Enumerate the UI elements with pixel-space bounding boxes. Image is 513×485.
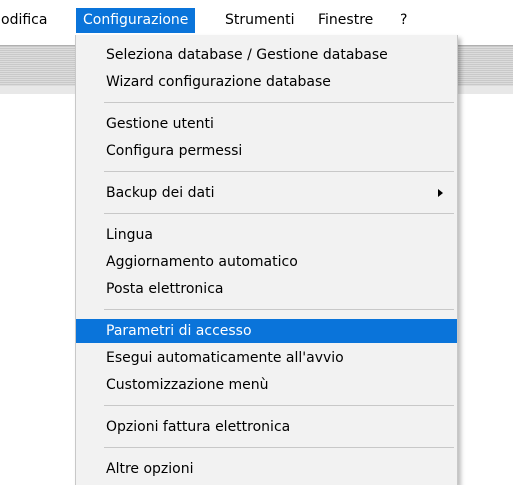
menu-item-customizzazione-menu[interactable]: Customizzazione menù — [76, 373, 457, 397]
configurazione-dropdown: Seleziona database / Gestione database W… — [75, 35, 458, 485]
menu-item-label: Wizard configurazione database — [106, 74, 331, 90]
menu-bar: odifica Configurazione Strumenti Finestr… — [0, 0, 513, 33]
menu-item-opzioni-fattura[interactable]: Opzioni fattura elettronica — [76, 415, 457, 439]
menu-item-label: Opzioni fattura elettronica — [106, 419, 291, 435]
menu-item-posta-elettronica[interactable]: Posta elettronica — [76, 277, 457, 301]
menu-item-wizard-configurazione[interactable]: Wizard configurazione database — [76, 70, 457, 94]
menu-item-aggiornamento-automatico[interactable]: Aggiornamento automatico — [76, 250, 457, 274]
menu-separator — [104, 405, 454, 406]
menu-item-label: Configura permessi — [106, 143, 243, 159]
menu-item-label: Esegui automaticamente all'avvio — [106, 350, 344, 366]
menu-configurazione[interactable]: Configurazione — [76, 8, 196, 33]
menu-item-label: Posta elettronica — [106, 281, 224, 297]
menu-strumenti[interactable]: Strumenti — [218, 8, 302, 33]
menu-item-lingua[interactable]: Lingua — [76, 223, 457, 247]
menu-separator — [104, 213, 454, 214]
submenu-arrow-icon — [438, 189, 443, 197]
menu-item-label: Lingua — [106, 227, 153, 243]
menu-item-altre-opzioni[interactable]: Altre opzioni — [76, 457, 457, 481]
menu-separator — [104, 102, 454, 103]
menu-separator — [104, 309, 454, 310]
menu-modifica[interactable]: odifica — [0, 8, 54, 33]
menu-separator — [104, 171, 454, 172]
menu-item-esegui-avvio[interactable]: Esegui automaticamente all'avvio — [76, 346, 457, 370]
menu-item-label: Seleziona database / Gestione database — [106, 47, 388, 63]
menu-help[interactable]: ? — [393, 8, 414, 33]
menu-item-label: Altre opzioni — [106, 461, 194, 477]
menu-item-label: Parametri di accesso — [106, 323, 252, 339]
menu-separator — [104, 447, 454, 448]
menu-item-parametri-accesso[interactable]: Parametri di accesso — [76, 319, 457, 343]
menu-item-backup-dati[interactable]: Backup dei dati — [76, 181, 457, 205]
menu-item-label: Gestione utenti — [106, 116, 214, 132]
menu-item-label: Customizzazione menù — [106, 377, 269, 393]
menu-finestre[interactable]: Finestre — [311, 8, 380, 33]
menu-item-label: Backup dei dati — [106, 185, 215, 201]
menu-item-label: Aggiornamento automatico — [106, 254, 298, 270]
menu-item-gestione-utenti[interactable]: Gestione utenti — [76, 112, 457, 136]
menu-item-configura-permessi[interactable]: Configura permessi — [76, 139, 457, 163]
menu-item-seleziona-database[interactable]: Seleziona database / Gestione database — [76, 43, 457, 67]
